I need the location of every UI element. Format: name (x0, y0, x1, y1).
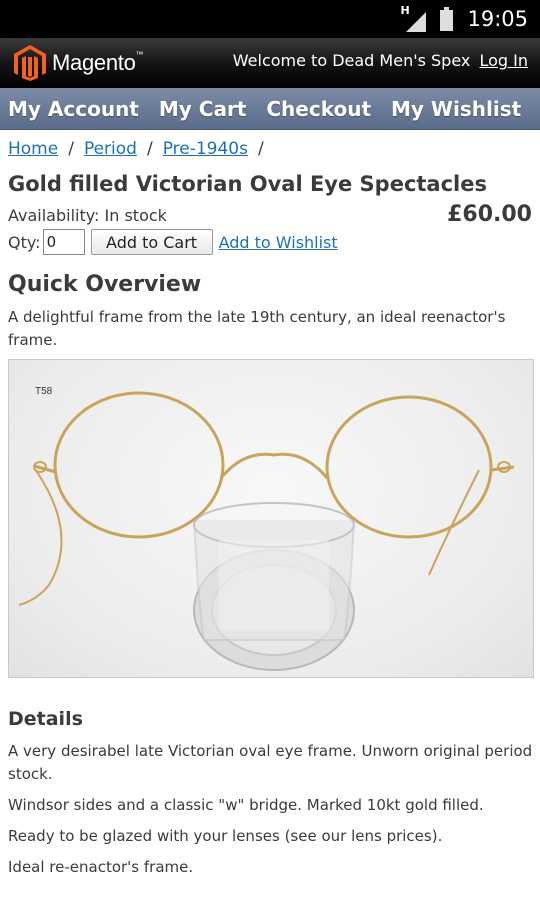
breadcrumb-home[interactable]: Home (8, 139, 58, 159)
breadcrumb-pre-1940s[interactable]: Pre-1940s (163, 139, 248, 159)
availability-row: Availability: In stock £60.00 (8, 202, 534, 228)
product-title: Gold filled Victorian Oval Eye Spectacle… (8, 172, 487, 196)
breadcrumb-separator: / (68, 139, 74, 159)
main-nav: My Account My Cart Checkout My Wishlist (0, 88, 540, 130)
details-paragraph: A very desirabel late Victorian oval eye… (8, 742, 533, 783)
add-to-wishlist-link[interactable]: Add to Wishlist (219, 233, 338, 252)
login-link[interactable]: Log In (479, 51, 528, 70)
breadcrumb: Home / Period / Pre-1940s / (8, 139, 534, 159)
details-paragraph: Ideal re-enactor's frame. (8, 858, 194, 876)
signal-icon: H (400, 4, 427, 32)
spectacles-photo (18, 391, 515, 671)
details-section: Details A very desirabel late Victorian … (8, 708, 534, 879)
welcome-text: Welcome to Dead Men's Spex (232, 51, 471, 70)
details-paragraph: Ready to be glazed with your lenses (see… (8, 827, 443, 845)
product-price: £60.00 (447, 202, 532, 227)
breadcrumb-separator: / (257, 139, 264, 159)
quick-overview-text: A delightful frame from the late 19th ce… (8, 308, 506, 349)
logo-text: Magento™ (52, 50, 144, 75)
battery-icon (440, 7, 454, 31)
nav-my-account[interactable]: My Account (8, 97, 139, 121)
status-bar: H 19:05 (0, 0, 540, 38)
add-to-cart-form: Qty: Add to Cart Add to Wishlist (8, 228, 534, 256)
qty-label: Qty: (8, 232, 41, 252)
main-content: Home / Period / Pre-1940s / Gold filled … (8, 130, 534, 879)
breadcrumb-period[interactable]: Period (84, 139, 137, 159)
add-to-cart-button[interactable]: Add to Cart (90, 229, 213, 255)
details-paragraph: Windsor sides and a classic "w" bridge. … (8, 796, 484, 814)
nav-my-cart[interactable]: My Cart (159, 97, 247, 121)
product-image[interactable]: T58 (8, 359, 534, 678)
magento-logo-icon (14, 45, 46, 81)
nav-checkout[interactable]: Checkout (266, 97, 371, 121)
breadcrumb-separator: / (146, 139, 153, 159)
nav-my-wishlist[interactable]: My Wishlist (391, 97, 521, 121)
status-time: 19:05 (467, 7, 528, 31)
details-title: Details (8, 708, 83, 730)
qty-input[interactable] (42, 229, 85, 255)
quick-overview-title: Quick Overview (8, 272, 202, 297)
welcome-message: Welcome to Dead Men's Spex Log In (233, 51, 528, 70)
site-header: Magento™ Welcome to Dead Men's Spex Log … (0, 38, 540, 88)
magento-logo[interactable]: Magento™ (13, 45, 144, 81)
availability-status: Availability: In stock (8, 206, 167, 225)
